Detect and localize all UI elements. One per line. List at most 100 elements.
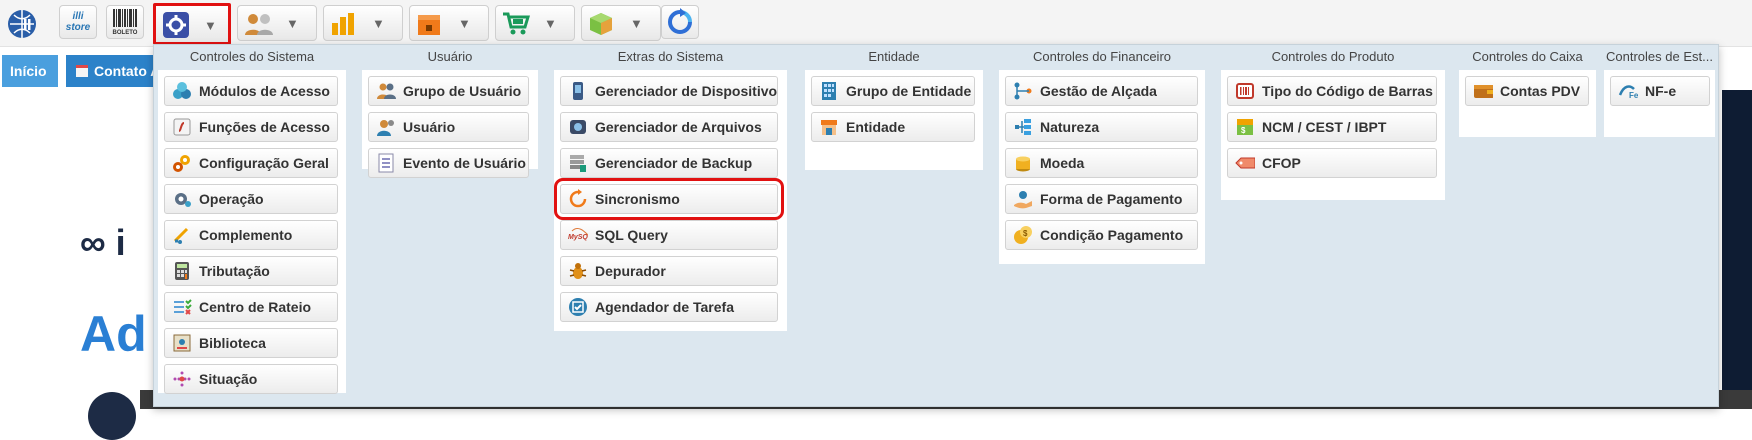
menu-item-modules[interactable]: Módulos de Acesso: [164, 76, 338, 106]
inventory-menu-button[interactable]: ▼: [409, 5, 489, 41]
user-icon: [376, 117, 396, 137]
menu-column-panel: Grupo de Usuário Usuário Evento de Usuário: [362, 70, 538, 178]
menu-item-entity-group[interactable]: Grupo de Entidade: [811, 76, 975, 106]
settings-menu-button[interactable]: ▼: [153, 3, 231, 45]
menu-item-barcode[interactable]: Tipo do Código de Barras: [1227, 76, 1437, 106]
menu-item-label: Gerenciador de Arquivos: [595, 119, 762, 135]
background-circle: [88, 392, 136, 440]
menu-item-device[interactable]: Gerenciador de Dispositivo: [560, 76, 778, 106]
menu-column-panel: Grupo de Entidade Entidade: [805, 70, 983, 170]
menu-item-label: Condição Pagamento: [1040, 227, 1184, 243]
menu-item-label: Forma de Pagamento: [1040, 191, 1183, 207]
menu-item-nature[interactable]: Natureza: [1005, 112, 1198, 142]
menu-item-wallet[interactable]: Contas PDV: [1465, 76, 1589, 106]
menu-item-situation[interactable]: Situação: [164, 364, 338, 394]
menu-item-user[interactable]: Usuário: [368, 112, 529, 142]
gears-icon: [172, 153, 192, 173]
menu-item-label: Evento de Usuário: [403, 155, 526, 171]
menu-item-label: Módulos de Acesso: [199, 83, 330, 99]
menu-item-hierarchy[interactable]: Gestão de Alçada: [1005, 76, 1198, 106]
menu-item-tag[interactable]: CFOP: [1227, 148, 1437, 178]
hierarchy-icon: [1013, 81, 1033, 101]
menu-column-panel: Gerenciador de Dispositivo Gerenciador de…: [554, 70, 787, 331]
menu-item-label: CFOP: [1262, 155, 1301, 171]
checklist-icon: [172, 297, 192, 317]
menu-item-file-manager[interactable]: Gerenciador de Arquivos: [560, 112, 778, 142]
background-heading: Ad: [80, 306, 147, 362]
app-logo-icon[interactable]: [6, 8, 38, 40]
backup-icon: [568, 153, 588, 173]
page-tabs: Início Contato A: [0, 55, 176, 87]
menu-item-functions[interactable]: Funções de Acesso: [164, 112, 338, 142]
menu-item-label: Complemento: [199, 227, 293, 243]
menu-column-panel: Módulos de Acesso Funções de Acesso Config…: [158, 70, 346, 394]
chevron-down-icon: ▼: [286, 16, 299, 31]
tag-icon: [1235, 153, 1255, 173]
menu-item-nfe[interactable]: Fe NF-e: [1610, 76, 1710, 106]
menu-item-payment-condition[interactable]: $ Condição Pagamento: [1005, 220, 1198, 250]
menu-item-operation[interactable]: Operação: [164, 184, 338, 214]
menu-column: Controles do Produto Tipo do Código de Ba…: [1221, 45, 1445, 200]
menu-column-title: Controles do Sistema: [189, 49, 315, 64]
menu-item-label: Natureza: [1040, 119, 1100, 135]
menu-item-calculator[interactable]: Tributação: [164, 256, 338, 286]
users-menu-button[interactable]: ▼: [237, 5, 317, 41]
payment-condition-icon: $: [1013, 225, 1033, 245]
menu-column-title: Controles do Produto: [1271, 49, 1395, 64]
menu-item-label: Contas PDV: [1500, 83, 1581, 99]
menu-column-title: Controles de Est...: [1606, 49, 1713, 64]
page-background-dark-edge: [1722, 90, 1752, 409]
menu-item-label: Depurador: [595, 263, 666, 279]
box-icon: [416, 11, 442, 37]
menu-item-checklist[interactable]: Centro de Rateio: [164, 292, 338, 322]
bar-chart-icon: [330, 11, 356, 37]
menu-item-label: NCM / CEST / IBPT: [1262, 119, 1387, 135]
menu-item-payment-hand[interactable]: Forma de Pagamento: [1005, 184, 1198, 214]
menu-item-bug[interactable]: Depurador: [560, 256, 778, 286]
menu-item-store[interactable]: Entidade: [811, 112, 975, 142]
tab-inicio[interactable]: Início: [2, 55, 58, 87]
top-toolbar: illi store BOLETO ▼ ▼ ▼ ▼ ▼ ▼: [0, 0, 1752, 47]
wallet-icon: [1473, 81, 1493, 101]
menu-item-user-group[interactable]: Grupo de Usuário: [368, 76, 529, 106]
user-event-icon: [376, 153, 396, 173]
background-logo: ∞ i: [80, 222, 126, 263]
mysql-icon: MySQL: [568, 225, 588, 245]
menu-item-label: Gestão de Alçada: [1040, 83, 1157, 99]
menu-column: Controles do Sistema Módulos de Acesso Fun…: [158, 45, 346, 394]
nature-icon: [1013, 117, 1033, 137]
menu-item-gears[interactable]: Configuração Geral: [164, 148, 338, 178]
chevron-down-icon: ▼: [204, 18, 217, 33]
sales-menu-button[interactable]: ▼: [495, 5, 575, 41]
menu-item-sync[interactable]: Sincronismo: [554, 178, 784, 220]
products-menu-button[interactable]: ▼: [581, 5, 661, 41]
menu-item-label: Gerenciador de Backup: [595, 155, 753, 171]
menu-column-title: Controles do Financeiro: [1032, 49, 1172, 64]
menu-item-user-event[interactable]: Evento de Usuário: [368, 148, 529, 178]
menu-item-task-scheduler[interactable]: Agendador de Tarefa: [560, 292, 778, 322]
menu-item-label: Situação: [199, 371, 258, 387]
menu-item-library[interactable]: Biblioteca: [164, 328, 338, 358]
store-button[interactable]: illi store: [59, 5, 97, 39]
ncm-icon: $: [1235, 117, 1255, 137]
menu-column: Controles de Est... Fe NF-e: [1604, 45, 1715, 137]
nfe-icon: Fe: [1618, 81, 1638, 101]
menu-item-label: Tributação: [199, 263, 270, 279]
boleto-button[interactable]: BOLETO: [106, 5, 144, 39]
coins-icon: [1013, 153, 1033, 173]
menu-item-complement[interactable]: Complemento: [164, 220, 338, 250]
boleto-label: BOLETO: [112, 30, 138, 36]
menu-item-backup[interactable]: Gerenciador de Backup: [560, 148, 778, 178]
reports-menu-button[interactable]: ▼: [323, 5, 403, 41]
chevron-down-icon: ▼: [458, 16, 471, 31]
menu-item-ncm[interactable]: $ NCM / CEST / IBPT: [1227, 112, 1437, 142]
payment-hand-icon: [1013, 189, 1033, 209]
store-icon: [819, 117, 839, 137]
menu-column-title: Controles do Caixa: [1472, 49, 1583, 64]
menu-item-mysql[interactable]: MySQL SQL Query: [560, 220, 778, 250]
refresh-button[interactable]: [661, 5, 699, 39]
menu-column-panel: Gestão de Alçada Natureza Moeda Forma de Pa…: [999, 70, 1205, 264]
barcode-icon: [1235, 81, 1255, 101]
bug-icon: [568, 261, 588, 281]
menu-item-coins[interactable]: Moeda: [1005, 148, 1198, 178]
